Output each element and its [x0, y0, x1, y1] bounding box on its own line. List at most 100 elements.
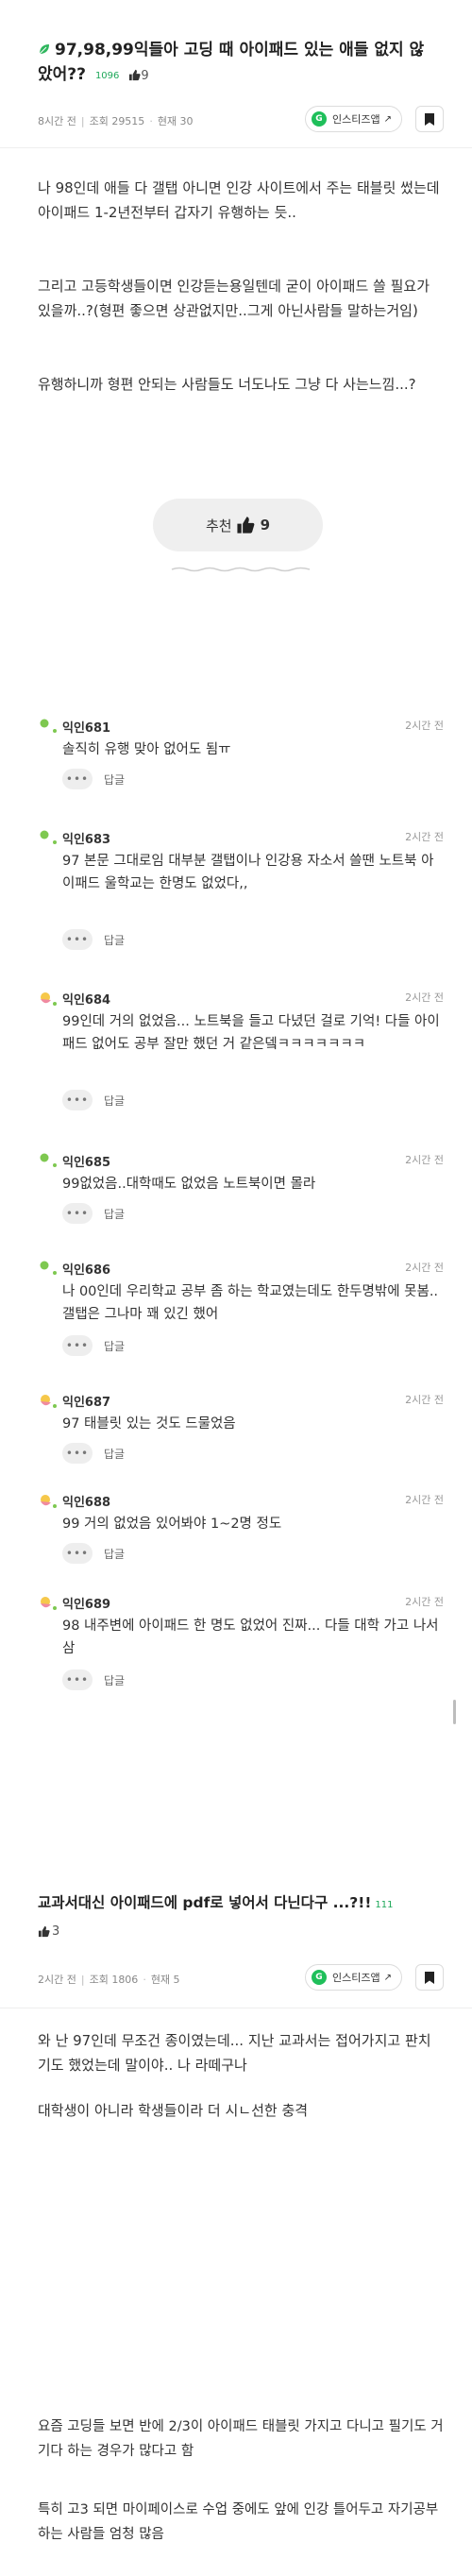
- reply-button[interactable]: 답글: [104, 1338, 125, 1354]
- post2-title: 교과서대신 아이패드에 pdf로 넣어서 다닌다구 ...?!!: [38, 1894, 372, 1911]
- comment-time: 2시간 전: [405, 1494, 444, 1506]
- comment-time: 2시간 전: [405, 1596, 444, 1608]
- recommend-label: 추천: [205, 517, 232, 534]
- comment-text: 나 00인데 우리학교 공부 좀 하는 학교였는데도 한두명밖에 못봄.. 갤탭…: [62, 1284, 439, 1322]
- post2-body-paragraph: 대학생이 아니라 학생들이라 더 시ㄴ선한 충격: [38, 2102, 309, 2119]
- external-link-icon: ↗: [383, 113, 392, 125]
- comment-actions: ••• 답글: [62, 1669, 125, 1690]
- avatar-icon: [41, 1597, 57, 1610]
- post2-comments-count: 현재 5: [150, 1974, 180, 1986]
- instiz-app-button[interactable]: G 인스티즈앱 ↗: [305, 106, 402, 132]
- title-like-count: 9: [141, 69, 149, 83]
- comment-author: 익인683: [62, 833, 111, 847]
- post-header: 97,98,99익들아 고딩 때 아이패드 있는 애들 없지 않았어?? 109…: [0, 0, 472, 89]
- bookmark-icon: [425, 112, 434, 126]
- instiz-app-label: 인스티즈앱: [332, 113, 380, 126]
- comment-text: 98 내주변에 아이패드 한 명도 없었어 진짜... 다들 대학 가고 나서 …: [62, 1618, 439, 1656]
- post2-like-count: 3: [52, 1924, 60, 1939]
- bookmark-icon: [425, 1971, 434, 1984]
- post2-meta-row: 2시간 전 | 조회 1806 · 현재 5 G 인스티즈앱 ↗: [38, 1964, 444, 1994]
- post2-time: 2시간 전: [38, 1974, 76, 1986]
- app-logo-icon: G: [312, 111, 327, 127]
- comment-actions: ••• 답글: [62, 1543, 125, 1564]
- post-body-paragraph: 그리고 고등학생들이면 인강듣는용일텐데 굳이 아이패드 쓸 필요가 있을까..…: [38, 278, 430, 319]
- post-meta-row: 8시간 전 | 조회 29515 · 현재 30 G 인스티즈앱 ↗: [38, 106, 444, 136]
- more-options-button[interactable]: •••: [62, 1443, 93, 1464]
- divider: [0, 147, 472, 148]
- comment-time: 2시간 전: [405, 1154, 444, 1166]
- comment-text: 97 본문 그대로임 대부분 갤탭이나 인강용 자소서 쓸땐 노트북 아이패드 …: [62, 854, 434, 891]
- more-options-button[interactable]: •••: [62, 1203, 93, 1224]
- comment-time: 2시간 전: [405, 1394, 444, 1406]
- leaf-icon: [39, 44, 49, 55]
- comment-actions: ••• 답글: [62, 1203, 125, 1224]
- comment-text: 99없었음..대학때도 없었음 노트북이면 몰라: [62, 1177, 316, 1192]
- comment-author: 익인684: [62, 993, 111, 1008]
- thumbs-up-icon: [38, 1925, 50, 1938]
- post-meta: 8시간 전 | 조회 29515 · 현재 30: [38, 115, 194, 127]
- comment-time: 2시간 전: [405, 991, 444, 1004]
- recommend-button[interactable]: 추천 9: [153, 499, 323, 551]
- comment-author: 익인686: [62, 1263, 111, 1278]
- comment-actions: ••• 답글: [62, 929, 125, 950]
- avatar-icon: [41, 992, 57, 1006]
- thumbs-up-icon: [129, 69, 141, 81]
- reply-button[interactable]: 답글: [104, 771, 125, 788]
- reply-button[interactable]: 답글: [104, 1446, 125, 1462]
- reply-button[interactable]: 답글: [104, 1672, 125, 1688]
- recommend-count: 9: [260, 517, 271, 534]
- comment-text: 솔직히 유행 맞아 없어도 됨ㅠ: [62, 742, 231, 757]
- thumbs-up-icon: [237, 517, 254, 534]
- comment-actions: ••• 답글: [62, 1335, 125, 1356]
- comment-author: 익인681: [62, 721, 111, 736]
- comment-actions: ••• 답글: [62, 1090, 125, 1110]
- instiz-app-label: 인스티즈앱: [332, 1972, 380, 1984]
- comment-author: 익인685: [62, 1156, 111, 1170]
- title-meta-count: 1096: [94, 71, 120, 81]
- avatar-icon: [40, 1261, 57, 1275]
- more-options-button[interactable]: •••: [62, 1090, 93, 1110]
- instiz-app-button[interactable]: G 인스티즈앱 ↗: [305, 1964, 402, 1991]
- post-body-paragraph: 나 98인데 애들 다 갤탭 아니면 인강 사이트에서 주는 태블릿 썼는데 아…: [38, 179, 440, 221]
- comment-author: 익인689: [62, 1598, 111, 1612]
- post2-meta: 2시간 전 | 조회 1806 · 현재 5: [38, 1974, 180, 1986]
- comment-text: 99 거의 없었음 있어봐야 1~2명 정도: [62, 1517, 282, 1532]
- post-title-row: 97,98,99익들아 고딩 때 아이패드 있는 애들 없지 않았어?? 109…: [38, 38, 434, 89]
- comment-text: 99인데 거의 없었음... 노트북을 들고 다녔던 걸로 기억! 다들 아이패…: [62, 1014, 440, 1052]
- comment-author: 익인687: [62, 1396, 111, 1410]
- more-options-button[interactable]: •••: [62, 929, 93, 950]
- tail-paragraph: 요즘 고딩들 보면 반에 2/3이 아이패드 태블릿 가지고 다니고 필기도 거…: [38, 2419, 444, 2459]
- avatar-icon: [40, 1153, 57, 1167]
- reply-button[interactable]: 답글: [104, 932, 125, 948]
- post2-like: 3: [38, 1924, 59, 1939]
- tail-paragraph: 특히 고3 되면 마이페이스로 수업 중에도 앞에 인강 틀어두고 자기공부 하…: [38, 2502, 439, 2542]
- reply-button[interactable]: 답글: [104, 1546, 125, 1562]
- more-options-button[interactable]: •••: [62, 769, 93, 789]
- post-views: 조회 29515: [89, 115, 145, 127]
- comment-actions: ••• 답글: [62, 769, 125, 789]
- more-options-button[interactable]: •••: [62, 1335, 93, 1356]
- post2-title-meta: 111: [375, 1900, 394, 1910]
- reply-button[interactable]: 답글: [104, 1206, 125, 1222]
- bookmark-button[interactable]: [415, 106, 444, 132]
- more-options-button[interactable]: •••: [62, 1669, 93, 1690]
- post-comments-count: 현재 30: [157, 115, 194, 127]
- comment-time: 2시간 전: [405, 1262, 444, 1274]
- reply-button[interactable]: 답글: [104, 1093, 125, 1109]
- comment-text: 97 태블릿 있는 것도 드물었음: [62, 1416, 236, 1432]
- comment-actions: ••• 답글: [62, 1443, 125, 1464]
- comment-time: 2시간 전: [405, 720, 444, 732]
- app-logo-icon: G: [312, 1970, 327, 1985]
- scrollbar-thumb[interactable]: [453, 1700, 456, 1724]
- avatar-icon: [41, 1395, 57, 1408]
- external-link-icon: ↗: [383, 1972, 392, 1983]
- comment-author: 익인688: [62, 1496, 111, 1510]
- post-time: 8시간 전: [38, 115, 76, 127]
- avatar-icon: [40, 830, 57, 844]
- post2-views: 조회 1806: [89, 1974, 139, 1986]
- comment-time: 2시간 전: [405, 831, 444, 843]
- avatar-icon: [41, 1495, 57, 1508]
- bookmark-button[interactable]: [415, 1964, 444, 1991]
- more-options-button[interactable]: •••: [62, 1543, 93, 1564]
- avatar-icon: [40, 719, 57, 733]
